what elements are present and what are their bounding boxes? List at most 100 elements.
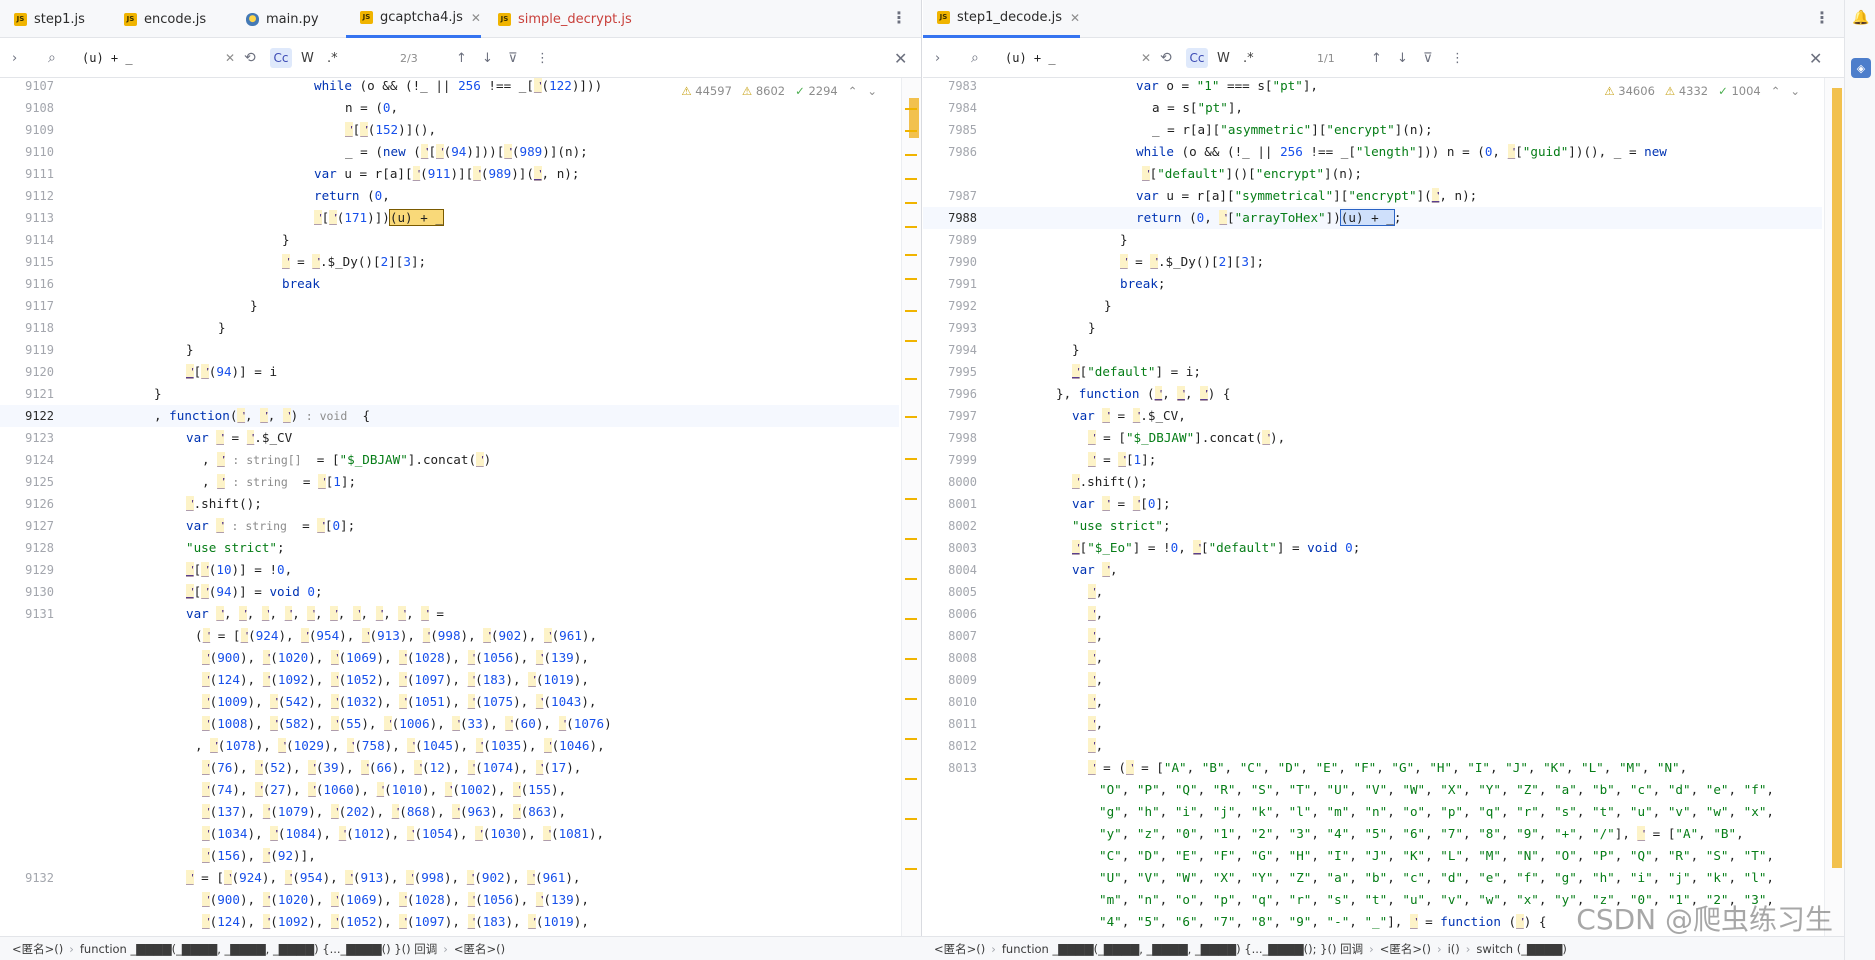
right-tool-window-strip: 🔔 ◈ [1844,0,1875,960]
code-line: 9131 var _ᡃᡃᡃᡃ, _ᡃᡃᡃᡃ, _ᡃᡃᡃ, _ᡃᡃᡃᡃ, _ᡃᡃᡃ,… [25,606,444,621]
bell-icon[interactable]: 🔔 [1851,8,1871,28]
arrow-up-icon[interactable]: ↑ [456,38,467,78]
code-line: 7986 while (o && (!_ || 256 !== _["length… [948,144,1667,159]
more-options-icon[interactable]: ⋮ [536,38,549,78]
code-line: 7999 _ᡃᡃᡃᡃ = _ᡃᡃᡃᡃ[1]; [948,452,1157,467]
code-line: 9117} [25,298,258,313]
regex-toggle[interactable]: .* [1243,38,1254,78]
left-find-bar: › ⌕ ✕ ⟲ Cc W .* 2/3 ↑ ↓ ⊽ ⋮ ✕ [0,38,921,78]
chevron-right-icon[interactable]: › [935,38,940,78]
clear-icon[interactable]: ✕ [225,38,235,78]
code-line: 7992} [948,298,1112,313]
code-line: 9110 _ = (new (_ᡃᡃᡃᡃ[_ᡃᡃᡃᡃ(94)]))[_ᡃᡃᡃᡃ(9… [25,144,588,159]
code-line: 7987 var u = r[a]["symmetrical"]["encrypt… [948,188,1478,203]
code-line: _ᡃᡃᡃᡃ(156), _ᡃᡃᡃᡃ(92)], [202,848,316,863]
code-line: 8004 var _ᡃᡃᡃᡃ, [948,562,1118,577]
code-line: 8003 _ᡃᡃᡃᡃ["$_Eo"] = !0, _ᡃᡃᡃᡃ["default"]… [948,540,1361,555]
code-line: 7994} [948,342,1080,357]
tab-simple-decrypt-js[interactable]: JS simple_decrypt.js [484,0,632,38]
python-icon: ● [246,12,259,26]
code-line: 8001 var _ᡃᡃᡃᡃ = _ᡃᡃᡃᡃ[0]; [948,496,1171,511]
code-line: 7991 break; [948,276,1166,291]
left-code-editor[interactable]: ⚠ 44597 ⚠ 8602 ✓ 2294 ⌃ ⌄ 9107 while (o &&… [0,78,921,936]
more-tabs-icon[interactable]: ⋮ [1814,8,1830,27]
match-case-toggle[interactable]: Cc [1186,48,1208,68]
code-line: _ᡃᡃᡃᡃ(124), _ᡃᡃᡃᡃ(1092), _ᡃᡃᡃᡃ(1052), _ᡃ… [202,672,589,687]
right-editor-pane: JSstep1_decode.js✕ ⋮ › ⌕ ✕ ⟲ Cc W .* 1/1… [923,0,1844,936]
code-line: 7990 _ᡃᡃᡃᡃ = _ᡃᡃᡃ.$_Dy()[2][3]; [948,254,1265,269]
code-line: 7984 a = s["pt"], [948,100,1244,115]
chevron-right-icon[interactable]: › [12,38,17,78]
right-find-bar: › ⌕ ✕ ⟲ Cc W .* 1/1 ↑ ↓ ⊽ ⋮ ✕ [923,38,1844,78]
whole-words-toggle[interactable]: W [301,38,314,78]
search-icon[interactable]: ⌕ [971,38,979,78]
right-code-editor[interactable]: ⚠ 34606 ⚠ 4332 ✓ 1004 ⌃ ⌄ 7983 var o = "1"… [923,78,1844,936]
code-line: 9108 n = (0, [25,100,399,115]
plugin-icon[interactable]: ◈ [1851,58,1871,78]
js-icon: JS [498,12,511,26]
code-line: 7996}, function (_ᡃᡃᡃᡃ, _ᡃᡃᡃᡃ, _ᡃᡃᡃᡃ) { [948,386,1231,401]
right-breadcrumb: <匿名>() › function _▇▇▇▇(_▇▇▇▇, _▇▇▇▇, _▇▇… [934,942,1567,956]
right-scrollbar[interactable] [1824,78,1844,936]
code-line: 9132 _ᡃᡃᡃᡃ = [_ᡃᡃᡃᡃ(924), _ᡃᡃᡃᡃ(954), _ᡃᡃ… [25,870,581,885]
left-tab-bar: JS step1.js JS encode.js ● main.py JS gcaptc… [0,0,921,38]
code-line: "g", "h", "i", "j", "k", "l", "m", "n", … [1099,804,1775,819]
code-line: , _ᡃᡃᡃᡃ(1078), _ᡃᡃᡃᡃ(1029), _ᡃᡃᡃᡃ(758), … [195,738,605,753]
history-icon[interactable]: ⟲ [244,38,256,78]
code-line: "U", "V", "W", "X", "Y", "Z", "a", "b", … [1099,870,1775,885]
more-options-icon[interactable]: ⋮ [1451,38,1464,78]
code-line: 9130 _ᡃᡃᡃᡃ[_ᡃᡃᡃᡃ(94)] = void 0; [25,584,323,599]
code-line: 9128 "use strict"; [25,540,285,555]
code-line: 9119} [25,342,194,357]
code-line: 9127 var _ᡃᡃᡃᡃ : string = _ᡃᡃᡃᡃ[0]; [25,518,356,533]
match-case-toggle[interactable]: Cc [270,48,292,68]
close-icon[interactable]: ✕ [1070,11,1080,25]
tab-step1-js[interactable]: JS step1.js [0,0,85,38]
code-line: 9121} [25,386,162,401]
code-line: "y", "z", "0", "1", "2", "3", "4", "5", … [1099,826,1744,841]
code-line: _ᡃᡃᡃᡃ(1034), _ᡃᡃᡃᡃ(1084), _ᡃᡃᡃᡃ(1012), _… [202,826,605,841]
arrow-down-icon[interactable]: ↓ [482,38,493,78]
filter-icon[interactable]: ⊽ [508,38,518,78]
arrow-up-icon[interactable]: ↑ [1371,38,1382,78]
js-icon: JS [124,12,137,26]
code-line: 8005 _ᡃᡃᡃᡃ, [948,584,1104,599]
find-input[interactable] [1005,38,1155,78]
search-icon[interactable]: ⌕ [48,38,56,78]
tab-main-py[interactable]: ● main.py [232,0,319,38]
code-line: _ᡃᡃᡃᡃ(74), _ᡃᡃᡃᡃ(27), _ᡃᡃᡃᡃ(1060), _ᡃᡃᡃᡃ… [202,782,567,797]
current-search-match: (u) + _ [1339,209,1395,226]
tab-encode-js[interactable]: JS encode.js [110,0,206,38]
filter-icon[interactable]: ⊽ [1423,38,1433,78]
code-line: _ᡃᡃᡃᡃ(76), _ᡃᡃᡃᡃ(52), _ᡃᡃᡃᡃ(39), _ᡃᡃᡃᡃ(6… [202,760,582,775]
close-find-icon[interactable]: ✕ [1809,38,1822,78]
code-line: 9107 while (o && (!_ || 256 !== _[_ᡃᡃᡃᡃ(1… [25,78,603,93]
find-input[interactable] [82,38,232,78]
code-line: 7997 var _ᡃᡃᡃᡃ = _ᡃᡃᡃ.$_CV, [948,408,1186,423]
tab-gcaptcha4-js[interactable]: JS gcaptcha4.js ✕ [346,0,481,38]
code-line: 7985 _ = r[a]["asymmetric"]["encrypt"](n)… [948,122,1433,137]
js-icon: JS [937,11,950,24]
code-line: 9114} [25,232,290,247]
more-tabs-icon[interactable]: ⋮ [891,8,907,27]
code-line: 9129 _ᡃᡃᡃᡃ[_ᡃᡃᡃᡃ(10)] = !0, [25,562,293,577]
code-line: 8008 _ᡃᡃᡃ, [948,650,1104,665]
tab-step1-decode-js[interactable]: JS step1_decode.js ✕ [923,0,1081,38]
regex-toggle[interactable]: .* [327,38,338,78]
match-count: 1/1 [1317,51,1335,65]
code-line: (_ᡃᡃᡃᡃ = [_ᡃᡃᡃᡃ(924), _ᡃᡃᡃᡃ(954), _ᡃᡃᡃᡃ(… [195,628,598,643]
arrow-down-icon[interactable]: ↓ [1397,38,1408,78]
code-line: 9113 _ᡃᡃᡃᡃ[_ᡃᡃᡃᡃ(171)])(u) + _ [25,209,444,226]
match-count: 2/3 [400,51,418,65]
code-line: _ᡃᡃᡃᡃ["default"]()["encrypt"](n); [1142,166,1362,181]
left-scrollbar[interactable] [901,78,921,936]
code-line: _ᡃᡃᡃᡃ(1009), _ᡃᡃᡃᡃ(542), _ᡃᡃᡃᡃ(1032), _ᡃ… [202,694,597,709]
close-find-icon[interactable]: ✕ [894,38,907,78]
clear-icon[interactable]: ✕ [1141,38,1151,78]
code-line: 8007 _ᡃᡃᡃᡃ, [948,628,1104,643]
history-icon[interactable]: ⟲ [1160,38,1172,78]
js-icon: JS [14,12,27,26]
right-tab-bar: JS step1_decode.js ✕ ⋮ [923,0,1844,38]
whole-words-toggle[interactable]: W [1217,38,1230,78]
close-icon[interactable]: ✕ [471,11,481,25]
